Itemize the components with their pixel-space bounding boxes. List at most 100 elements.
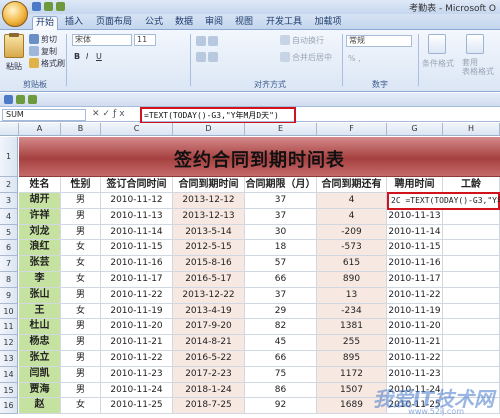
row-header[interactable]: 15 (0, 382, 18, 399)
row-header[interactable]: 1 (0, 137, 18, 177)
cell-name[interactable]: 李 (19, 272, 61, 288)
header-name[interactable]: 姓名 (19, 177, 61, 193)
cell-sex[interactable]: 女 (61, 256, 101, 272)
cell-seniority[interactable] (443, 319, 500, 336)
row-header[interactable]: 2 (0, 177, 18, 193)
cell-term-months[interactable]: 37 (245, 287, 317, 304)
col-header-g[interactable]: G (387, 123, 443, 136)
col-header-b[interactable]: B (61, 123, 101, 136)
cell-end-date[interactable]: 2013-5-14 (173, 224, 245, 241)
select-all-corner[interactable] (0, 123, 19, 136)
cell-sex[interactable]: 男 (61, 319, 101, 336)
row-header[interactable]: 9 (0, 287, 18, 304)
cell-hire-date[interactable]: 2010-11-23 (387, 366, 443, 383)
cell-sign-date[interactable]: 2010-11-24 (101, 382, 173, 399)
cell-term-months[interactable]: 37 (245, 208, 317, 225)
cell-term-months[interactable]: 66 (245, 351, 317, 367)
cell-end-date[interactable]: 2016-5-22 (173, 351, 245, 367)
cell-name[interactable]: 张芸 (19, 256, 61, 272)
cell-name[interactable]: 张山 (19, 287, 61, 304)
conditional-format-button[interactable]: 条件格式 (422, 58, 454, 69)
cell-hire-date[interactable]: 2010-11-14 (387, 224, 443, 241)
font-name-select[interactable]: 宋体 (72, 34, 132, 46)
cell-days-left[interactable]: 895 (317, 351, 387, 367)
cell-seniority[interactable] (443, 287, 500, 304)
tab-page-layout[interactable]: 页面布局 (92, 16, 136, 30)
office-button[interactable] (2, 1, 28, 27)
cell-end-date[interactable]: 2018-1-24 (173, 382, 245, 399)
cell-hire-date[interactable]: 2010-11-16 (387, 256, 443, 272)
cell-sex[interactable]: 男 (61, 382, 101, 399)
header-end-date[interactable]: 合同到期时间 (173, 177, 245, 193)
cell-sign-date[interactable]: 2010-11-13 (101, 208, 173, 225)
cell-sign-date[interactable]: 2010-11-16 (101, 256, 173, 272)
cell-days-left[interactable]: 1381 (317, 319, 387, 336)
cell-days-left[interactable]: 1172 (317, 366, 387, 383)
cell-end-date[interactable]: 2015-8-16 (173, 256, 245, 272)
cell-seniority[interactable] (443, 224, 500, 241)
cell-sign-date[interactable]: 2010-11-15 (101, 240, 173, 257)
align-center-icon[interactable] (208, 52, 218, 62)
cell-sign-date[interactable]: 2010-11-20 (101, 319, 173, 336)
cell-hire-date[interactable]: 2010-11-21 (387, 335, 443, 351)
cell-days-left[interactable]: -234 (317, 303, 387, 320)
cell-sex[interactable]: 男 (61, 193, 101, 209)
cell-term-months[interactable]: 75 (245, 366, 317, 383)
header-sign-date[interactable]: 签订合同时间 (101, 177, 173, 193)
row-header[interactable]: 7 (0, 256, 18, 272)
col-header-d[interactable]: D (173, 123, 245, 136)
cell-sex[interactable]: 女 (61, 272, 101, 288)
align-middle-icon[interactable] (208, 36, 218, 46)
row-header[interactable]: 3 (0, 193, 18, 209)
cell-end-date[interactable]: 2017-9-20 (173, 319, 245, 336)
tab-review[interactable]: 审阅 (202, 16, 226, 30)
align-top-icon[interactable] (196, 36, 206, 46)
header-hire-date[interactable]: 聘用时间 (387, 177, 443, 193)
cell-days-left[interactable]: 890 (317, 272, 387, 288)
currency-icon[interactable]: % , (348, 54, 361, 63)
row-header[interactable]: 11 (0, 319, 18, 336)
cell-seniority[interactable] (443, 303, 500, 320)
col-header-c[interactable]: C (101, 123, 173, 136)
cell-name[interactable]: 赵 (19, 398, 61, 415)
cell-sign-date[interactable]: 2010-11-14 (101, 224, 173, 241)
row-header[interactable]: 8 (0, 272, 18, 288)
cell-hire-date[interactable]: 2010-11-17 (387, 272, 443, 288)
tab-formulas[interactable]: 公式 (142, 16, 166, 30)
header-term-months[interactable]: 合同期限（月） (245, 177, 317, 193)
undo-icon[interactable] (44, 2, 53, 11)
cell-seniority[interactable] (443, 272, 500, 288)
cell-sex[interactable]: 男 (61, 287, 101, 304)
editing-cell-g3[interactable]: 2C =TEXT(TODAY()-G3,"Y年 (387, 192, 500, 210)
redo-icon[interactable] (56, 2, 65, 11)
cell-term-months[interactable]: 37 (245, 193, 317, 209)
italic-icon[interactable]: I (86, 52, 88, 61)
row-header[interactable]: 10 (0, 303, 18, 320)
cell-term-months[interactable]: 29 (245, 303, 317, 320)
cell-sex[interactable]: 女 (61, 240, 101, 257)
row-header[interactable]: 14 (0, 366, 18, 383)
cell-sign-date[interactable]: 2010-11-25 (101, 398, 173, 415)
formula-buttons[interactable]: ✕✓ƒx (92, 109, 128, 119)
cell-term-months[interactable]: 18 (245, 240, 317, 257)
cell-days-left[interactable]: 4 (317, 208, 387, 225)
merge-center-button[interactable]: 合并后居中 (292, 52, 332, 63)
cell-sex[interactable]: 男 (61, 366, 101, 383)
copy-button[interactable]: 复制 (41, 46, 57, 57)
row-header[interactable]: 4 (0, 208, 18, 225)
font-size-select[interactable]: 11 (134, 34, 156, 46)
cell-end-date[interactable]: 2013-12-13 (173, 208, 245, 225)
cell-sex[interactable]: 男 (61, 224, 101, 241)
save-icon[interactable] (4, 95, 13, 104)
save-icon[interactable] (32, 2, 41, 11)
cell-sign-date[interactable]: 2010-11-12 (101, 193, 173, 209)
format-painter-button[interactable]: 格式刷 (41, 58, 65, 69)
cell-days-left[interactable]: 255 (317, 335, 387, 351)
cell-sex[interactable]: 女 (61, 398, 101, 415)
cut-button[interactable]: 剪切 (41, 34, 57, 45)
cell-term-months[interactable]: 66 (245, 272, 317, 288)
cell-end-date[interactable]: 2016-5-17 (173, 272, 245, 288)
cell-end-date[interactable]: 2012-5-15 (173, 240, 245, 257)
cell-term-months[interactable]: 30 (245, 224, 317, 241)
col-header-f[interactable]: F (317, 123, 387, 136)
